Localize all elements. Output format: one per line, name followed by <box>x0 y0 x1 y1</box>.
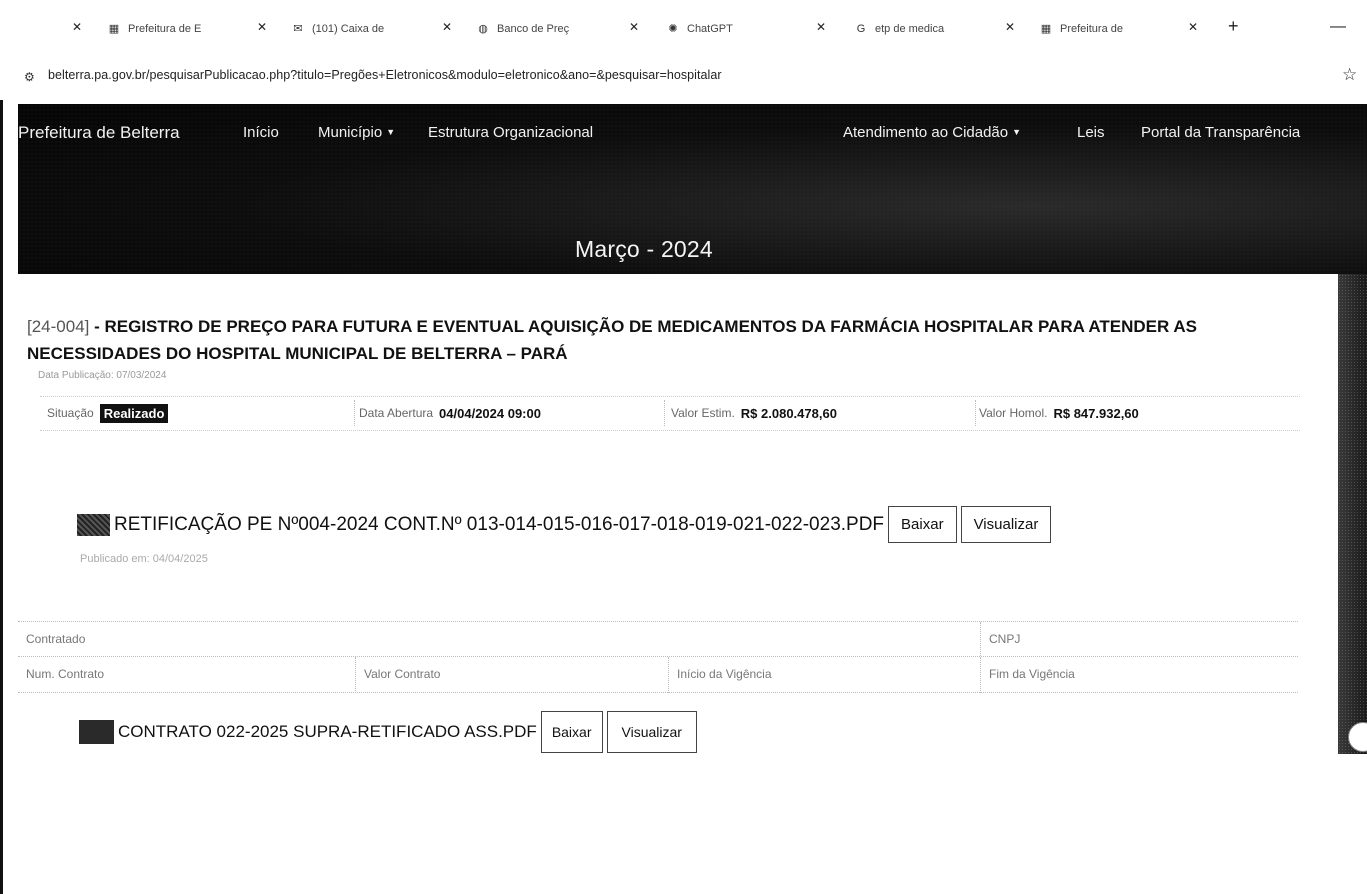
contract-table: Contratado CNPJ Num. Contrato Valor Cont… <box>18 621 1298 693</box>
page-title: Março - 2024 <box>575 236 713 262</box>
nav-atendimento[interactable]: Atendimento ao Cidadão ▼ <box>843 124 1021 141</box>
abertura-field: Data Abertura 04/04/2024 09:00 <box>359 396 541 430</box>
publication-title-text: - REGISTRO DE PREÇO PARA FUTURA E EVENTU… <box>27 317 1197 363</box>
new-tab-icon[interactable]: + <box>1228 16 1239 37</box>
inicio-vigencia-cell: Início da Vigência <box>668 657 980 693</box>
close-tab-icon[interactable]: ✕ <box>72 20 82 34</box>
estimado-field: Valor Estim. R$ 2.080.478,60 <box>671 396 837 430</box>
document-row: RETIFICAÇÃO PE Nº004-2024 CONT.Nº 013-01… <box>77 506 1052 543</box>
close-tab-icon[interactable]: ✕ <box>257 20 267 34</box>
file-thumbnail-icon <box>79 720 114 744</box>
nav-municipio[interactable]: Município ▼ <box>318 124 395 141</box>
publication-date: Data Publicação: 07/03/2024 <box>38 370 167 381</box>
browser-tab[interactable]: ✺ ChatGPT <box>667 20 732 38</box>
nav-inicio[interactable]: Início <box>243 124 279 141</box>
download-button[interactable]: Baixar <box>888 506 957 543</box>
document-name: CONTRATO 022-2025 SUPRA-RETIFICADO ASS.P… <box>118 722 537 741</box>
homologado-label: Valor Homol. <box>979 406 1048 420</box>
browser-tab-strip: ✕ ▦ Prefeitura de E ✕ ✉ (101) Caixa de ✕… <box>0 0 1367 52</box>
nav-municipio-label: Município <box>318 124 383 141</box>
browser-tab[interactable]: G etp de medica <box>855 20 944 38</box>
view-button[interactable]: Visualizar <box>606 711 697 753</box>
abertura-value: 04/04/2024 09:00 <box>439 405 541 421</box>
abertura-label: Data Abertura <box>359 406 434 420</box>
situacao-label: Situação <box>47 406 94 420</box>
browser-tab[interactable]: ◍ Banco de Preç <box>477 20 569 38</box>
contratado-cell: Contratado <box>26 632 86 646</box>
valor-contrato-cell: Valor Contrato <box>355 657 668 693</box>
nav-transparencia[interactable]: Portal da Transparência <box>1141 124 1300 141</box>
view-button[interactable]: Visualizar <box>960 506 1052 543</box>
table-row: Num. Contrato Valor Contrato Início da V… <box>18 657 1298 693</box>
close-tab-icon[interactable]: ✕ <box>1188 20 1198 34</box>
document-name: RETIFICAÇÃO PE Nº004-2024 CONT.Nº 013-01… <box>114 513 885 535</box>
url-field[interactable]: belterra.pa.gov.br/pesquisarPublicacao.p… <box>48 68 722 82</box>
building-icon: ▦ <box>1040 23 1052 35</box>
minimize-icon[interactable]: — <box>1330 18 1346 36</box>
browser-tab[interactable]: ▦ Prefeitura de <box>1040 20 1123 38</box>
chatgpt-icon: ✺ <box>668 23 678 35</box>
estimado-value: R$ 2.080.478,60 <box>740 405 837 421</box>
address-bar: ⚙ belterra.pa.gov.br/pesquisarPublicacao… <box>0 56 1367 96</box>
caret-down-icon: ▼ <box>386 127 396 137</box>
google-icon: G <box>856 23 866 35</box>
site-brand[interactable]: Prefeitura de Belterra <box>18 123 180 143</box>
nav-atendimento-label: Atendimento ao Cidadão <box>843 124 1009 141</box>
globe-icon: ◍ <box>478 23 488 35</box>
page-edge-decoration <box>1338 274 1367 754</box>
divider <box>40 430 1300 431</box>
mail-icon: ✉ <box>293 23 303 35</box>
download-button[interactable]: Baixar <box>540 711 603 753</box>
building-icon: ▦ <box>108 23 120 35</box>
browser-tab[interactable]: ✉ (101) Caixa de <box>292 20 384 38</box>
browser-tab[interactable]: ▦ Prefeitura de E <box>108 20 202 38</box>
document-row: CONTRATO 022-2025 SUPRA-RETIFICADO ASS.P… <box>79 710 697 754</box>
nav-estrutura[interactable]: Estrutura Organizacional <box>428 124 593 141</box>
close-tab-icon[interactable]: ✕ <box>442 20 452 34</box>
close-tab-icon[interactable]: ✕ <box>1005 20 1015 34</box>
homologado-field: Valor Homol. R$ 847.932,60 <box>979 396 1139 430</box>
fim-vigencia-cell: Fim da Vigência <box>980 657 1298 693</box>
bookmark-star-icon[interactable]: ☆ <box>1342 65 1357 85</box>
num-contrato-cell: Num. Contrato <box>26 667 105 681</box>
publication-code: [24-004] <box>27 317 90 336</box>
situacao-field: Situação Realizado <box>47 396 169 430</box>
table-row: Contratado CNPJ <box>18 621 1298 658</box>
close-tab-icon[interactable]: ✕ <box>816 20 826 34</box>
close-tab-icon[interactable]: ✕ <box>629 20 639 34</box>
divider <box>975 400 976 426</box>
divider <box>664 400 665 426</box>
file-thumbnail-icon <box>77 513 110 536</box>
nav-leis[interactable]: Leis <box>1077 124 1105 141</box>
status-badge: Realizado <box>99 403 169 423</box>
publication-title: [24-004] - REGISTRO DE PREÇO PARA FUTURA… <box>27 313 1287 367</box>
caret-down-icon: ▼ <box>1012 127 1022 137</box>
homologado-value: R$ 847.932,60 <box>1053 405 1139 421</box>
estimado-label: Valor Estim. <box>671 406 735 420</box>
site-settings-icon[interactable]: ⚙ <box>24 70 35 84</box>
divider <box>354 400 355 426</box>
cnpj-cell: CNPJ <box>980 622 1298 658</box>
document-date: Publicado em: 04/04/2025 <box>80 553 208 565</box>
